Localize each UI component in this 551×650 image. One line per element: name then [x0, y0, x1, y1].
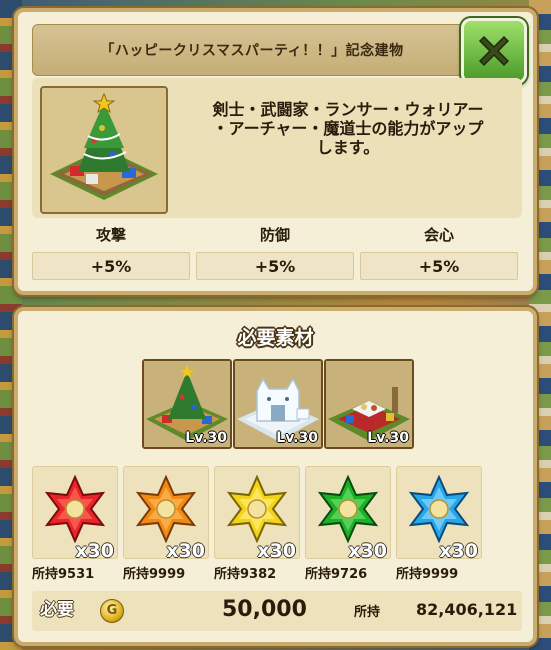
blue-star-gem-icon — [408, 475, 470, 543]
gem-quantity: x30 — [257, 540, 296, 562]
description-line: します。 — [316, 138, 380, 157]
red-star-gem-icon — [44, 475, 106, 543]
stat-value: +5% — [196, 252, 354, 280]
material-gem-green[interactable]: x30 — [305, 466, 391, 562]
green-star-gem-icon — [317, 475, 379, 543]
gem-quantity: x30 — [348, 540, 387, 562]
description-line: 剣士・武闘家・ランサー・ウォリアー — [212, 100, 484, 119]
gem-quantity: x30 — [75, 540, 114, 562]
close-button[interactable] — [461, 18, 527, 84]
material-gem-red[interactable]: x30 — [32, 466, 118, 562]
owned-gold-value: 82,406,121 — [416, 600, 518, 619]
description-line: ・アーチャー・魔道士の能力がアップ — [212, 119, 484, 138]
stat-attack: 攻撃 +5% — [32, 224, 190, 282]
gem-owned-count: 所持9999 — [123, 567, 186, 582]
material-level: Lv.30 — [367, 430, 409, 446]
building-info-panel: 「ハッピークリスマスパーティ！！」記念建物 剣士・武闘家・ランサー・ウォリアー … — [14, 8, 537, 295]
gem-quantity: x30 — [166, 540, 205, 562]
gem-owned-count: 所持9999 — [396, 567, 459, 582]
orange-star-gem-icon — [135, 475, 197, 543]
gold-coin-icon: G — [100, 599, 124, 623]
coin-symbol: G — [106, 603, 118, 618]
stat-label: 会心 — [423, 226, 454, 244]
owned-gold-label: 所持 — [354, 605, 381, 620]
material-building-christmas-tree[interactable]: Lv.30 — [142, 359, 232, 449]
cost-label: 必要 — [40, 600, 74, 620]
gem-owned-count: 所持9726 — [305, 567, 368, 582]
stat-defense: 防御 +5% — [196, 224, 354, 282]
christmas-tree-building-image — [40, 86, 168, 214]
stat-value: +5% — [360, 252, 518, 280]
material-level: Lv.30 — [185, 430, 227, 446]
stat-label: 防御 — [259, 226, 290, 244]
required-materials-title: 必要素材 — [237, 327, 314, 349]
gold-cost-value: 50,000 — [222, 597, 307, 622]
close-x-icon — [478, 35, 510, 67]
building-title: 「ハッピークリスマスパーティ！！」記念建物 — [32, 24, 472, 76]
stat-critical: 会心 +5% — [360, 224, 518, 282]
required-materials-panel: 必要素材 Lv.30 Lv.30 Lv.30 x30 x30 x30 x30 x… — [14, 307, 537, 646]
gem-quantity: x30 — [439, 540, 478, 562]
yellow-star-gem-icon — [226, 475, 288, 543]
material-building-snow-cat[interactable]: Lv.30 — [233, 359, 323, 449]
stat-label: 攻撃 — [95, 226, 126, 244]
material-building-party-table[interactable]: Lv.30 — [324, 359, 414, 449]
material-gem-orange[interactable]: x30 — [123, 466, 209, 562]
gold-cost-bar: 必要 G 50,000 所持 82,406,121 — [32, 591, 522, 631]
gem-owned-count: 所持9531 — [32, 567, 95, 582]
building-description: 剣士・武闘家・ランサー・ウォリアー ・アーチャー・魔道士の能力がアップ します。 — [178, 100, 518, 157]
material-level: Lv.30 — [276, 430, 318, 446]
gem-owned-count: 所持9382 — [214, 567, 277, 582]
material-gem-yellow[interactable]: x30 — [214, 466, 300, 562]
material-gem-blue[interactable]: x30 — [396, 466, 482, 562]
stat-value: +5% — [32, 252, 190, 280]
